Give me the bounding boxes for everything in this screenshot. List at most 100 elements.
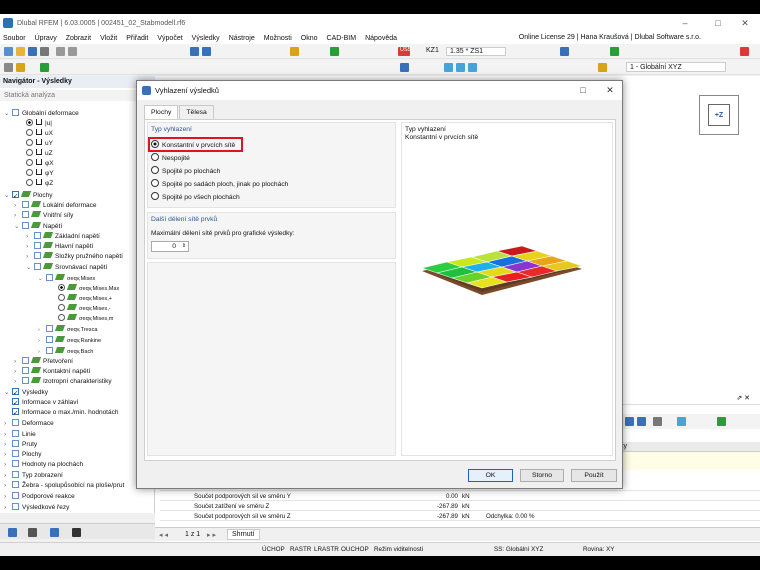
chevron-right-icon[interactable]: ›: [4, 503, 10, 513]
tree-item-mises[interactable]: ⌄ σeqv,Mises: [38, 274, 95, 284]
menu-file[interactable]: Soubor: [3, 35, 26, 42]
checkbox[interactable]: [12, 481, 19, 488]
radio[interactable]: [26, 119, 33, 126]
results-icon[interactable]: [330, 47, 339, 56]
tree-item-local-deformation[interactable]: › Lokální deformace: [14, 201, 96, 211]
undo-icon[interactable]: [56, 47, 65, 56]
tools-icon[interactable]: [740, 47, 749, 56]
checkbox[interactable]: ✓: [12, 398, 19, 407]
checkbox[interactable]: [12, 419, 19, 426]
tree-item-mises-minus[interactable]: σeqv,Mises,-: [58, 304, 111, 314]
menu-insert[interactable]: Vložit: [100, 35, 117, 42]
checkbox[interactable]: [22, 201, 29, 208]
tree-item-display-type[interactable]: › Typ zobrazení: [4, 471, 63, 481]
chevron-right-icon[interactable]: ›: [14, 201, 20, 211]
checkbox[interactable]: [34, 263, 41, 270]
close-window-button[interactable]: ✕: [730, 14, 760, 32]
tree-item-deformation[interactable]: › Deformace: [4, 419, 54, 429]
chevron-right-icon[interactable]: ›: [4, 471, 10, 481]
radio[interactable]: [58, 294, 65, 301]
table-row[interactable]: Součet zatížení ve směru Z -267.89 kN: [160, 502, 760, 511]
chevron-down-icon[interactable]: ⌄: [4, 388, 10, 398]
tree-item-u[interactable]: |u|: [26, 119, 52, 129]
radio[interactable]: [26, 129, 33, 136]
coord-system-select[interactable]: 1 - Globální XYZ: [626, 62, 726, 72]
chevron-right-icon[interactable]: ›: [14, 367, 20, 377]
chevron-right-icon[interactable]: ›: [4, 440, 10, 450]
option-continuous-surface-sets[interactable]: Spojité po sadách ploch, jinak po plochá…: [151, 179, 288, 189]
checkbox[interactable]: ✓: [12, 408, 19, 417]
checkbox[interactable]: [12, 471, 19, 478]
checkbox[interactable]: [46, 347, 53, 354]
chevron-right-icon[interactable]: ›: [38, 336, 44, 346]
checkbox[interactable]: [34, 242, 41, 249]
tree-item-tresca[interactable]: › σeqv,Tresca: [38, 325, 98, 335]
checkbox[interactable]: [12, 109, 19, 116]
view-z-icon[interactable]: [468, 63, 477, 72]
view-cube-top-face[interactable]: +Z: [708, 104, 730, 126]
chevron-right-icon[interactable]: ›: [4, 481, 10, 491]
table-export-icon[interactable]: [653, 417, 662, 426]
chevron-right-icon[interactable]: ›: [4, 460, 10, 470]
max-division-stepper[interactable]: 0 ⇕: [151, 241, 189, 252]
checkbox[interactable]: [46, 336, 53, 343]
display-icon[interactable]: [598, 63, 607, 72]
table-sort-icon[interactable]: [677, 417, 686, 426]
checkbox[interactable]: [46, 274, 53, 281]
visibility-mode[interactable]: Režim viditelnosti: [374, 546, 423, 553]
save-icon[interactable]: [28, 47, 37, 56]
tree-item-mises-max[interactable]: σeqv,Mises,Max: [58, 284, 119, 294]
checkbox[interactable]: [46, 325, 53, 332]
tree-item-principal-stresses[interactable]: › Hlavní napětí: [26, 242, 93, 252]
chevron-down-icon[interactable]: ⌄: [4, 191, 10, 201]
radio[interactable]: [58, 304, 65, 311]
pager-prev-icon[interactable]: ◂ ◂: [159, 531, 168, 539]
table-icon[interactable]: [202, 47, 211, 56]
pager-next-icon[interactable]: ▸ ▸: [207, 531, 216, 539]
checkbox[interactable]: [34, 232, 41, 239]
results-display-icon[interactable]: [560, 47, 569, 56]
display-tab-icon[interactable]: [28, 528, 37, 537]
model-view-icon[interactable]: [190, 47, 199, 56]
tree-item-uy[interactable]: uY: [26, 139, 53, 149]
chevron-right-icon[interactable]: ›: [26, 242, 32, 252]
tree-item-lines[interactable]: › Linie: [4, 430, 36, 440]
tree-item-equivalent-stresses[interactable]: ⌄ Srovnávací napětí: [26, 263, 107, 273]
checkbox[interactable]: ✓: [12, 191, 19, 200]
minimize-button[interactable]: –: [670, 14, 700, 32]
view-x-icon[interactable]: [444, 63, 453, 72]
dialog-maximize-button[interactable]: □: [571, 81, 595, 100]
radio[interactable]: [58, 314, 65, 321]
view-y-icon[interactable]: [456, 63, 465, 72]
chevron-right-icon[interactable]: ›: [26, 252, 32, 262]
checkbox[interactable]: [22, 377, 29, 384]
chevron-down-icon[interactable]: ⌄: [38, 274, 44, 284]
tree-item-ux[interactable]: uX: [26, 129, 53, 139]
sheet-tab[interactable]: Shrnutí: [227, 529, 260, 540]
menu-options[interactable]: Možnosti: [264, 35, 292, 42]
radio[interactable]: [151, 192, 159, 200]
menu-help[interactable]: Nápověda: [365, 35, 397, 42]
chevron-down-icon[interactable]: ⌄: [4, 109, 10, 119]
checkbox[interactable]: [12, 460, 19, 467]
tree-item-strains[interactable]: › Přetvoření: [14, 357, 73, 367]
menu-window[interactable]: Okno: [301, 35, 318, 42]
load-case-select[interactable]: 1.35 * ZS1: [446, 47, 506, 56]
chevron-right-icon[interactable]: ›: [26, 232, 32, 242]
results-tab-icon[interactable]: [72, 528, 81, 537]
checkbox[interactable]: [22, 211, 29, 218]
menu-results[interactable]: Výsledky: [192, 35, 220, 42]
tree-item-mises-m[interactable]: σeqv,Mises,m: [58, 314, 113, 324]
redo-icon[interactable]: [68, 47, 77, 56]
tree-item-maxmin-info[interactable]: ✓ Informace o max./min. hodnotách: [4, 408, 118, 418]
tree-item-mises-plus[interactable]: σeqv,Mises,+: [58, 294, 112, 304]
tree-item-results[interactable]: ⌄ ✓ Výsledky: [4, 388, 48, 398]
menu-assign[interactable]: Přiřadit: [126, 35, 148, 42]
osnap-toggle[interactable]: OUCHOP: [341, 546, 369, 553]
menu-view[interactable]: Zobrazit: [66, 35, 91, 42]
table-row[interactable]: Součet podporových sil ve směru Y 0.00 k…: [160, 492, 760, 501]
option-constant[interactable]: Konstantní v prvcích sítě: [151, 140, 235, 150]
tree-item-surfaces-display[interactable]: › Plochy: [4, 450, 42, 460]
chevron-right-icon[interactable]: ›: [14, 377, 20, 387]
table-pin-icon[interactable]: ⇗ ✕: [736, 394, 750, 402]
